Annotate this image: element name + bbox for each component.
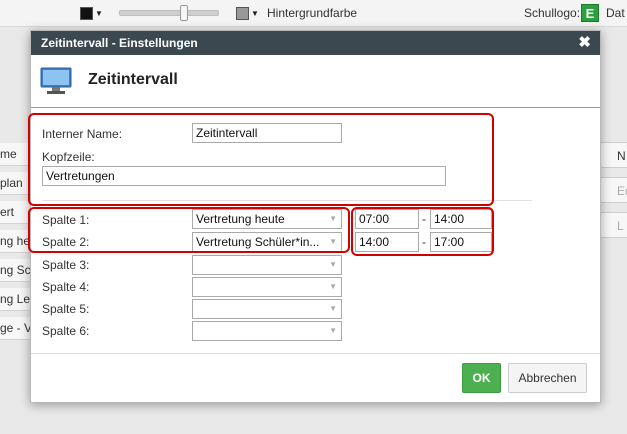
column-2-from-time[interactable] [355,232,419,252]
dialog-titlebar: Zeitintervall - Einstellungen ✖ [31,31,600,55]
divider [42,200,532,201]
dialog-header: Zeitintervall [31,55,600,108]
background-color-label: Hintergrundfarbe [267,6,358,20]
size-slider-thumb[interactable] [180,5,188,21]
delete-button[interactable]: L [600,212,627,238]
internal-name-input[interactable] [192,123,342,143]
ok-button[interactable]: OK [462,363,501,393]
size-slider-track[interactable] [119,10,219,16]
new-button[interactable]: N [600,142,627,168]
settings-dialog: Zeitintervall - Einstellungen ✖ Zeitinte… [28,30,601,403]
chevron-down-icon: ▼ [251,9,259,18]
column-3-label: Spalte 3: [42,258,90,272]
time-separator: - [422,212,426,226]
chevron-down-icon: ▼ [329,304,337,313]
column-2-to-time[interactable] [430,232,492,252]
dialog-title: Zeitintervall - Einstellungen [41,36,198,50]
cancel-button[interactable]: Abbrechen [508,363,587,393]
chevron-down-icon: ▼ [329,237,337,246]
background-toolbar: ▼ ▼ Hintergrundfarbe Schullogo: E Dat [0,0,627,27]
column-2-select[interactable]: Vertretung Schüler*in... ▼ [192,232,342,252]
background-color-picker[interactable]: ▼ [236,5,259,22]
chevron-down-icon: ▼ [329,282,337,291]
column-5-select[interactable]: ▼ [192,299,342,319]
column-6-select[interactable]: ▼ [192,321,342,341]
column-5-label: Spalte 5: [42,302,90,316]
column-4-label: Spalte 4: [42,280,90,294]
column-1-select[interactable]: Vertretung heute ▼ [192,209,342,229]
header-label: Kopfzeile: [42,150,95,164]
chevron-down-icon: ▼ [329,214,337,223]
color-swatch [80,7,93,20]
column-1-from-time[interactable] [355,209,419,229]
header-input[interactable] [42,166,446,186]
column-1-label: Spalte 1: [42,213,90,227]
close-icon[interactable]: ✖ [578,31,591,55]
chevron-down-icon: ▼ [95,9,103,18]
file-menu-partial[interactable]: Dat [606,6,625,20]
column-4-select[interactable]: ▼ [192,277,342,297]
chevron-down-icon: ▼ [329,326,337,335]
column-1-to-time[interactable] [430,209,492,229]
footer-divider [31,353,600,354]
column-3-select[interactable]: ▼ [192,255,342,275]
color-swatch [236,7,249,20]
chevron-down-icon: ▼ [329,260,337,269]
text-color-picker[interactable]: ▼ [80,5,103,22]
school-logo-icon[interactable]: E [581,4,599,22]
internal-name-label: Interner Name: [42,127,123,141]
time-separator: - [422,235,426,249]
school-logo-label: Schullogo: [524,6,581,20]
edit-button[interactable]: Ed [600,177,627,203]
monitor-icon [40,67,72,94]
column-2-label: Spalte 2: [42,235,90,249]
page-title: Zeitintervall [88,71,178,88]
column-6-label: Spalte 6: [42,324,90,338]
